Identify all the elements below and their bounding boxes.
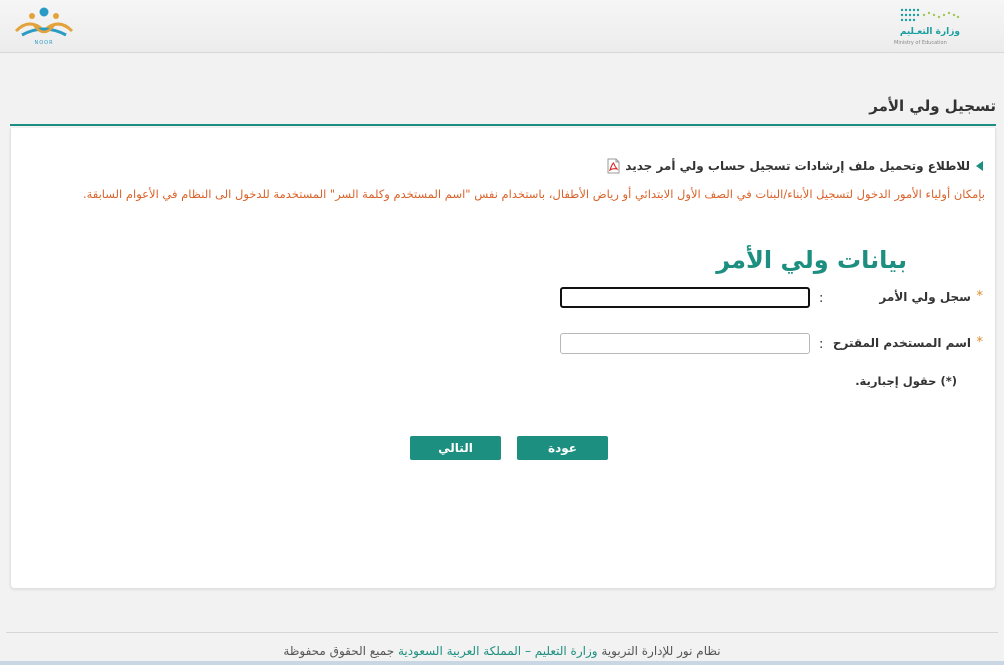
moe-name: وزارة التعـليم	[899, 27, 960, 37]
required-asterisk: *	[976, 335, 984, 350]
triangle-right-icon	[976, 161, 983, 171]
ministry-of-education-logo[interactable]: وزارة التعـليم Ministry of Education	[894, 6, 960, 50]
moe-subtitle: Ministry of Education	[894, 40, 947, 46]
guardian-record-input[interactable]	[560, 287, 810, 308]
section-title: بيانات ولي الأمر	[716, 246, 907, 274]
footer: نظام نور للإدارة التربوية وزارة التعليم …	[0, 644, 1004, 658]
pdf-icon[interactable]	[607, 158, 620, 174]
suggested-username-label: اسم المستخدم المقترح	[832, 336, 971, 350]
guardian-record-row: * سجل ولي الأمر :	[9, 287, 995, 311]
footer-ministry-link[interactable]: وزارة التعليم – المملكة العربية السعودية	[398, 644, 598, 658]
footer-suffix: جميع الحقوق محفوظة	[283, 644, 395, 658]
required-fields-note: (*) حقول إجبارية.	[855, 374, 957, 388]
moe-dots-icon	[900, 8, 960, 22]
guide-link-text[interactable]: للاطلاع وتحميل ملف إرشادات تسجيل حساب ول…	[625, 159, 970, 173]
footer-divider	[6, 632, 998, 633]
window-bottom-strip	[0, 661, 1004, 665]
back-button[interactable]: عودة	[517, 436, 608, 460]
required-asterisk: *	[976, 289, 984, 304]
login-notice: بإمكان أولياء الأمور الدخول لتسجيل الأبن…	[82, 187, 985, 201]
guardian-record-label: سجل ولي الأمر	[879, 290, 971, 304]
suggested-username-input[interactable]	[560, 333, 810, 354]
footer-prefix: نظام نور للإدارة التربوية	[601, 644, 721, 658]
registration-card: للاطلاع وتحميل ملف إرشادات تسجيل حساب ول…	[10, 128, 996, 589]
noor-logo[interactable]: NOOR	[12, 5, 76, 50]
top-header-bar: NOOR وزارة التعـليم Ministry of Educatio…	[0, 0, 1004, 53]
guide-download-link[interactable]: للاطلاع وتحميل ملف إرشادات تسجيل حساب ول…	[607, 158, 983, 174]
page-title: تسجيل ولي الأمر	[869, 97, 996, 115]
page-heading: تسجيل ولي الأمر	[10, 86, 996, 128]
heading-divider	[10, 124, 996, 126]
noor-logo-text: NOOR	[34, 40, 54, 46]
next-button[interactable]: التالي	[410, 436, 501, 460]
suggested-username-row: * اسم المستخدم المقترح :	[9, 333, 995, 357]
label-colon: :	[819, 291, 824, 306]
label-colon: :	[819, 337, 824, 352]
